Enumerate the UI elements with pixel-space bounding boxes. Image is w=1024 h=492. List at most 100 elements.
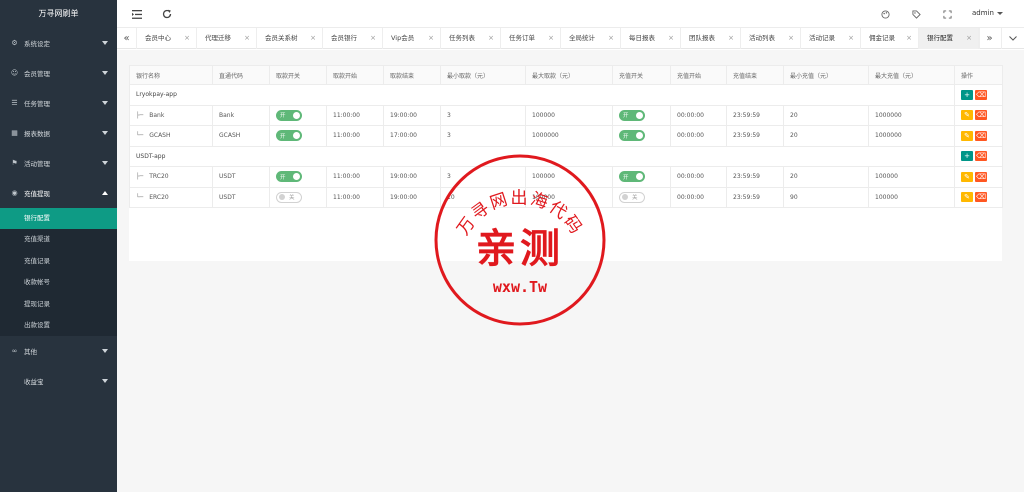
edit-button[interactable]: ✎: [961, 171, 973, 182]
add-button[interactable]: +: [961, 151, 973, 162]
submenu-receive-account[interactable]: 收款帐号: [0, 272, 117, 293]
tree-branch-icon: ├─: [136, 111, 144, 119]
menu-label: 收益宝: [24, 378, 44, 387]
theme-icon[interactable]: [879, 8, 891, 20]
tab-daily-report[interactable]: 每日报表 ×: [621, 28, 681, 49]
withdraw-switch: 关: [269, 186, 327, 208]
close-icon[interactable]: ×: [370, 28, 376, 49]
deposit-toggle[interactable]: 关: [619, 191, 645, 203]
chevron-down-icon: [1009, 36, 1017, 41]
close-icon[interactable]: ×: [310, 28, 316, 49]
brand-title: 万寻网刷单: [38, 9, 79, 18]
tab-team-report[interactable]: 团队报表 ×: [681, 28, 741, 49]
close-icon[interactable]: ×: [668, 28, 674, 49]
close-icon[interactable]: ×: [548, 28, 554, 49]
tab-scroll-right-icon[interactable]: »: [979, 28, 999, 49]
menu-label: 任务管理: [24, 100, 50, 108]
deposit-toggle[interactable]: 开: [619, 171, 645, 183]
col-withdraw-start: 取款开始: [326, 65, 384, 85]
menu-recharge-withdraw[interactable]: ◉ 充值提现: [0, 178, 117, 208]
close-icon[interactable]: ×: [966, 28, 972, 49]
add-button[interactable]: +: [961, 89, 973, 100]
refresh-icon[interactable]: [161, 8, 173, 20]
close-icon[interactable]: ×: [244, 28, 250, 49]
menu-toggle-icon[interactable]: [131, 8, 143, 20]
menu-system-settings[interactable]: ⚙ 系统设定: [0, 28, 117, 58]
chevron-down-icon: [102, 71, 108, 75]
deposit-max: 1000000: [868, 104, 955, 126]
withdraw-toggle[interactable]: 关: [276, 191, 302, 203]
report-icon: ▦: [11, 129, 18, 137]
deposit-max: 1000000: [868, 125, 955, 147]
tab-member-tree[interactable]: 会员关系树 ×: [257, 28, 323, 49]
tab-scroll-left-icon[interactable]: «: [117, 28, 137, 49]
table-row: └─ GCASH GCASH 开 11:00:00 17:00:00 3 1000…: [129, 125, 1003, 147]
withdraw-toggle[interactable]: 开: [276, 171, 302, 183]
submenu-bank-config[interactable]: 银行配置: [0, 208, 117, 230]
edit-button[interactable]: ✎: [961, 110, 973, 121]
withdraw-end: 17:00:00: [383, 125, 441, 147]
menu-activity-management[interactable]: ⚑ 活动管理: [0, 148, 117, 178]
close-icon[interactable]: ×: [488, 28, 494, 49]
tab-activity-records[interactable]: 活动记录 ×: [801, 28, 861, 49]
direct-code: Bank: [212, 104, 270, 126]
close-icon[interactable]: ×: [608, 28, 614, 49]
col-withdraw-min: 最小取款（元）: [440, 65, 526, 85]
bank-name: ├─ TRC20: [129, 166, 213, 188]
user-menu[interactable]: admin: [972, 9, 1003, 17]
gear-icon: ⚙: [11, 39, 18, 47]
deposit-end: 23:59:59: [726, 125, 784, 147]
chevron-down-icon: [102, 101, 108, 105]
tab-member-center[interactable]: 会员中心 ×: [137, 28, 197, 49]
menu-member-management[interactable]: ☺ 会员管理: [0, 58, 117, 88]
chevron-down-icon: [102, 349, 108, 354]
menu-other[interactable]: ∞ 其他: [0, 336, 117, 366]
menu-yield-treasure[interactable]: 收益宝: [0, 366, 117, 396]
delete-button[interactable]: ⌫: [975, 192, 987, 203]
deposit-switch: 开: [612, 166, 671, 188]
table-header-row: 银行名称 直通代码 取款开关 取款开始 取款结束 最小取款（元） 最大取款（元）…: [129, 65, 1003, 85]
menu-report-data[interactable]: ▦ 报表数据: [0, 118, 117, 148]
submenu: 银行配置 充值渠道 充值记录 收款帐号 提现记录 出款设置: [0, 208, 117, 337]
close-icon[interactable]: ×: [906, 28, 912, 49]
edit-button[interactable]: ✎: [961, 130, 973, 141]
edit-button[interactable]: ✎: [961, 192, 973, 203]
fullscreen-icon[interactable]: [941, 8, 953, 20]
tab-task-list[interactable]: 任务列表 ×: [441, 28, 501, 49]
delete-button[interactable]: ⌫: [975, 130, 987, 141]
bank-config-panel: 银行名称 直通代码 取款开关 取款开始 取款结束 最小取款（元） 最大取款（元）…: [129, 65, 1003, 261]
tab-global-stats[interactable]: 全局统计 ×: [561, 28, 621, 49]
submenu-payout-settings[interactable]: 出款设置: [0, 315, 117, 336]
deposit-max: 100000: [868, 186, 955, 208]
col-deposit-min: 最小充值（元）: [783, 65, 869, 85]
submenu-withdraw-record[interactable]: 提现记录: [0, 294, 117, 315]
tag-icon[interactable]: [910, 8, 922, 20]
delete-button[interactable]: ⌫: [975, 110, 987, 121]
menu-task-management[interactable]: ☰ 任务管理: [0, 88, 117, 118]
close-icon[interactable]: ×: [848, 28, 854, 49]
tab-agent-migration[interactable]: 代理迁移 ×: [197, 28, 257, 49]
tab-commission-records[interactable]: 佣金记录 ×: [861, 28, 919, 49]
close-icon[interactable]: ×: [728, 28, 734, 49]
close-icon[interactable]: ×: [428, 28, 434, 49]
delete-button[interactable]: ⌫: [975, 151, 987, 162]
tab-activity-list[interactable]: 活动列表 ×: [741, 28, 801, 49]
refresh-glyph: [162, 9, 172, 19]
withdraw-toggle[interactable]: 开: [276, 130, 302, 142]
tab-bank-config[interactable]: 银行配置 ×: [919, 28, 979, 49]
close-icon[interactable]: ×: [184, 28, 190, 49]
tab-task-orders[interactable]: 任务订单 ×: [501, 28, 561, 49]
table-row: ├─ TRC20 USDT 开 11:00:00 19:00:00 3 10000…: [129, 166, 1003, 188]
tab-menu-chevron-icon[interactable]: [1001, 28, 1024, 49]
close-icon[interactable]: ×: [788, 28, 794, 49]
sidebar: 万寻网刷单 ⚙ 系统设定 ☺ 会员管理 ☰ 任务管理 ▦ 报表数据 ⚑ 活动管理…: [0, 0, 117, 492]
delete-button[interactable]: ⌫: [975, 89, 987, 100]
submenu-recharge-channel[interactable]: 充值渠道: [0, 229, 117, 250]
deposit-toggle[interactable]: 开: [619, 109, 645, 121]
deposit-toggle[interactable]: 开: [619, 130, 645, 142]
withdraw-toggle[interactable]: 开: [276, 109, 302, 121]
tab-vip-member[interactable]: Vip会员 ×: [383, 28, 441, 49]
delete-button[interactable]: ⌫: [975, 171, 987, 182]
tab-member-bank[interactable]: 会员银行 ×: [323, 28, 383, 49]
submenu-recharge-record[interactable]: 充值记录: [0, 251, 117, 272]
